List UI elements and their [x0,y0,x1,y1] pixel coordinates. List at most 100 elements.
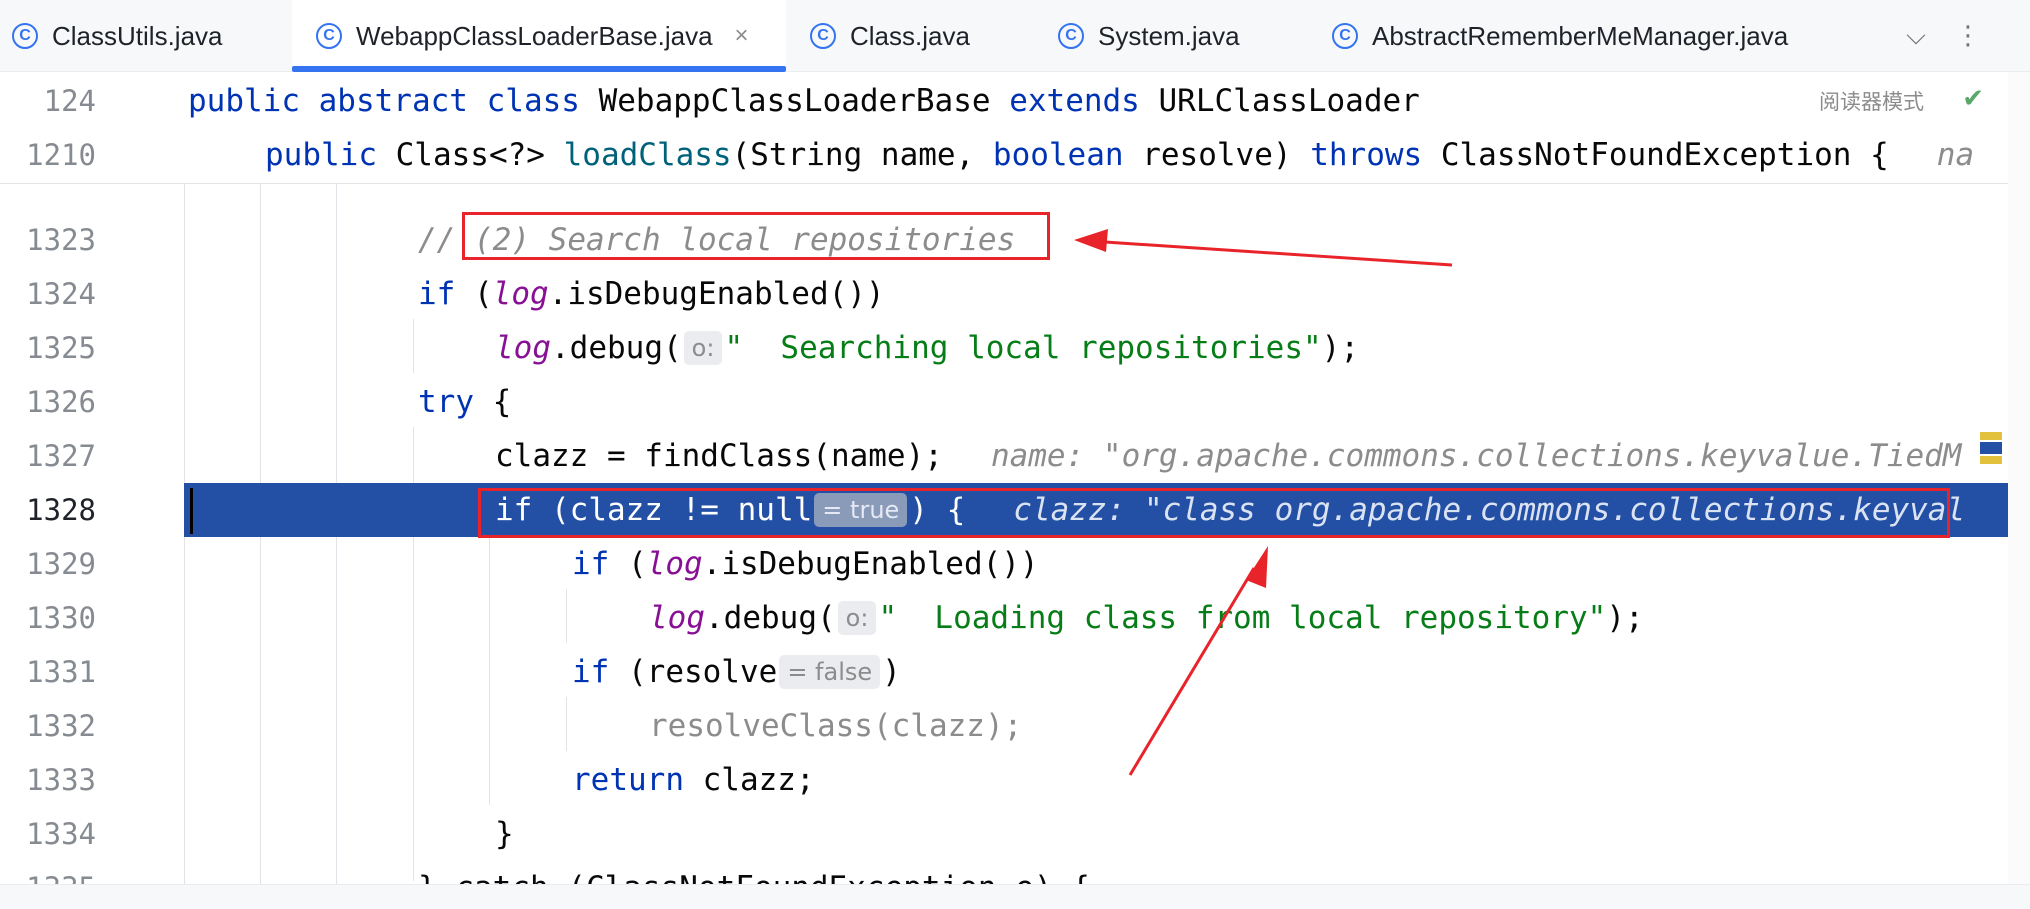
code-line[interactable]: 1334 } [0,807,2008,861]
line-number: 124 [43,84,96,118]
keyword: if [572,546,610,582]
line-number: 1329 [26,547,96,581]
keyword: public [265,137,377,173]
code-text: log.debug(o: " Loading class from local r… [649,591,1644,645]
keyword: boolean [992,137,1124,173]
scrollbar-marker[interactable] [1980,432,2002,478]
keyword: return [572,762,684,798]
code-segment: .debug( [705,600,836,636]
tab-class[interactable]: C Class.java [810,0,1010,72]
code-segment: ); [1606,600,1644,636]
code-segment: ); [1321,330,1359,366]
line-number: 1210 [26,138,96,172]
line-number: 1324 [26,277,96,311]
warning-marker [1980,456,2002,464]
code-line[interactable]: 1322 [0,184,2008,200]
tab-label: ClassUtils.java [52,20,223,51]
keyword: if [418,276,456,312]
tab-webappclassloaderbase[interactable]: C WebappClassLoaderBase.java × [292,0,786,72]
code-line[interactable]: 1335 } catch (ClassNotFoundException e) … [0,861,2008,884]
code-line[interactable]: 1329 if (log.isDebugEnabled()) [0,537,2008,591]
inline-hint: na [1936,137,1975,173]
code-segment: } [495,816,514,852]
code-text: } [495,807,514,861]
more-vertical-icon[interactable]: ⋮ [1948,0,1988,72]
code-text: resolveClass(clazz); [649,699,1022,753]
code-segment: (resolve [609,654,778,690]
superclass-name: URLClassLoader [1139,83,1420,119]
tab-label: AbstractRememberMeManager.java [1372,20,1789,51]
keyword: if [572,654,610,690]
code-text: public abstract class WebappClassLoaderB… [188,74,1420,128]
tab-label: Class.java [850,20,970,51]
code-text: if (log.isDebugEnabled()) [418,267,885,321]
chevron-down-icon[interactable]: ⌵ [1896,0,1936,72]
line-number: 1333 [26,763,96,797]
keyword: extends [1009,83,1140,119]
code-text: if (resolve = false) [572,645,901,699]
code-segment: clazz; [683,762,815,798]
check-icon[interactable]: ✔ [1962,84,1984,114]
code-line[interactable]: 1325 log.debug(o: " Searching local repos… [0,321,2008,375]
annotation-box-if-statement [478,488,1950,538]
horizontal-scrollbar[interactable] [0,884,2030,909]
editor-tab-bar: C ClassUtils.java C WebappClassLoaderBas… [0,0,2030,72]
value-hint: = false [779,654,881,689]
code-line[interactable]: 1327 clazz = findClass(name); name: "org.… [0,429,2008,483]
code-segment: Class<?> [376,137,564,173]
tab-label: WebappClassLoaderBase.java [356,20,713,51]
code-segment: .isDebugEnabled()) [702,546,1039,582]
code-line[interactable]: 1326 try { [0,375,2008,429]
line-number: 1330 [26,601,96,635]
line-number: 1334 [26,817,96,851]
code-segment: .isDebugEnabled()) [548,276,885,312]
code-segment: resolve) [1123,137,1311,173]
sticky-lines-header: 124 public abstract class WebappClassLoa… [0,72,2008,184]
field: log [492,276,549,312]
unused-code: resolveClass(clazz); [649,708,1023,744]
string-literal: " Loading class from local repository" [878,600,1607,636]
parameter-hint: o: [683,330,723,365]
code-line[interactable]: 1324 if (log.isDebugEnabled()) [0,267,2008,321]
reader-mode-button[interactable]: 阅读器模式 [1819,86,1924,116]
code-text: return clazz; [572,753,815,807]
tab-abstractremembermemanager[interactable]: C AbstractRememberMeManager.java [1332,0,1812,72]
code-segment: ( [609,546,647,582]
code-segment: ( [455,276,493,312]
code-segment: (String name, [731,137,993,173]
code-line[interactable]: 1333 return clazz; [0,753,2008,807]
field: log [646,546,703,582]
class-name: WebappClassLoaderBase [579,83,1010,119]
sticky-line-method[interactable]: 1210 public Class<?> loadClass(String na… [0,128,2008,182]
code-segment: ClassNotFoundException { [1422,137,1889,173]
code-segment: .debug( [551,330,682,366]
code-line[interactable]: 1331 if (resolve = false) [0,645,2008,699]
keyword: try [418,384,474,420]
code-line[interactable]: 1330 log.debug(o: " Loading class from lo… [0,591,2008,645]
code-text: if (log.isDebugEnabled()) [572,537,1039,591]
line-number: 1335 [0,861,96,884]
tab-classutils[interactable]: C ClassUtils.java [12,0,282,72]
line-number: 1322 [0,184,96,200]
code-segment: { [474,384,512,420]
class-icon: C [1332,23,1358,49]
class-icon: C [316,23,342,49]
code-segment: clazz = findClass(name); [495,438,943,474]
class-icon: C [810,23,836,49]
method-name: loadClass [563,137,732,173]
code-line[interactable]: 1332 resolveClass(clazz); [0,699,2008,753]
parameter-hint: o: [837,600,877,635]
vertical-scrollbar[interactable] [2008,72,2030,884]
keyword: throws [1310,137,1423,173]
sticky-line-class[interactable]: 124 public abstract class WebappClassLoa… [0,74,2008,128]
class-icon: C [1058,23,1084,49]
tab-label: System.java [1098,20,1240,51]
execution-marker [1980,442,2002,454]
code-segment: ) [882,654,901,690]
code-text: } catch (ClassNotFoundException e) { [418,861,1090,884]
code-text: try { [418,375,511,429]
line-number: 1323 [26,223,96,257]
close-icon[interactable]: × [735,22,749,50]
line-number: 1332 [26,709,96,743]
tab-system[interactable]: C System.java [1058,0,1278,72]
